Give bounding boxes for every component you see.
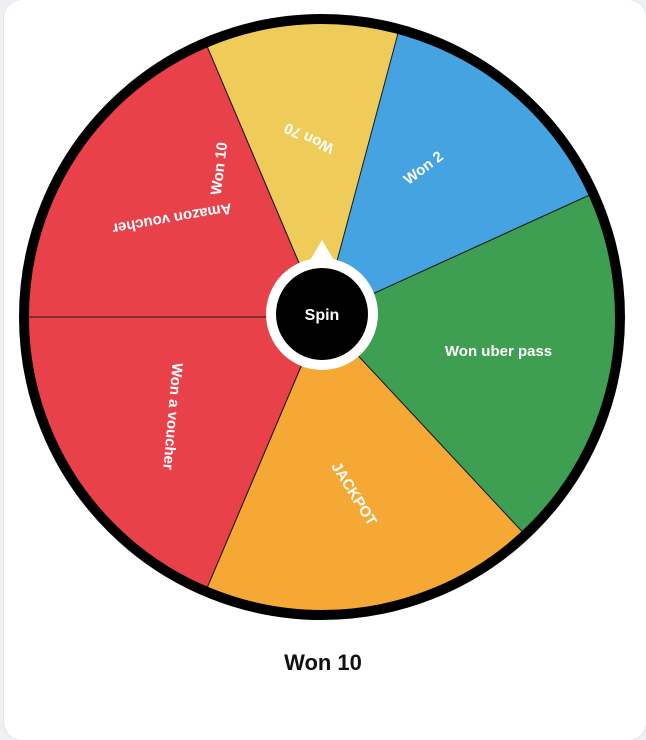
wheel-segment-label: Won uber pass [445, 343, 552, 360]
result-text: Won 10 [284, 650, 362, 675]
spin-button-label[interactable]: Spin [305, 307, 340, 324]
prize-wheel: Won 10 Won 2 Won uber pass JACKPOT Won a vou… [0, 0, 646, 630]
prize-wheel-svg: Won 10 Won 2Won uber passJACKPOTWon a vou… [19, 14, 625, 620]
